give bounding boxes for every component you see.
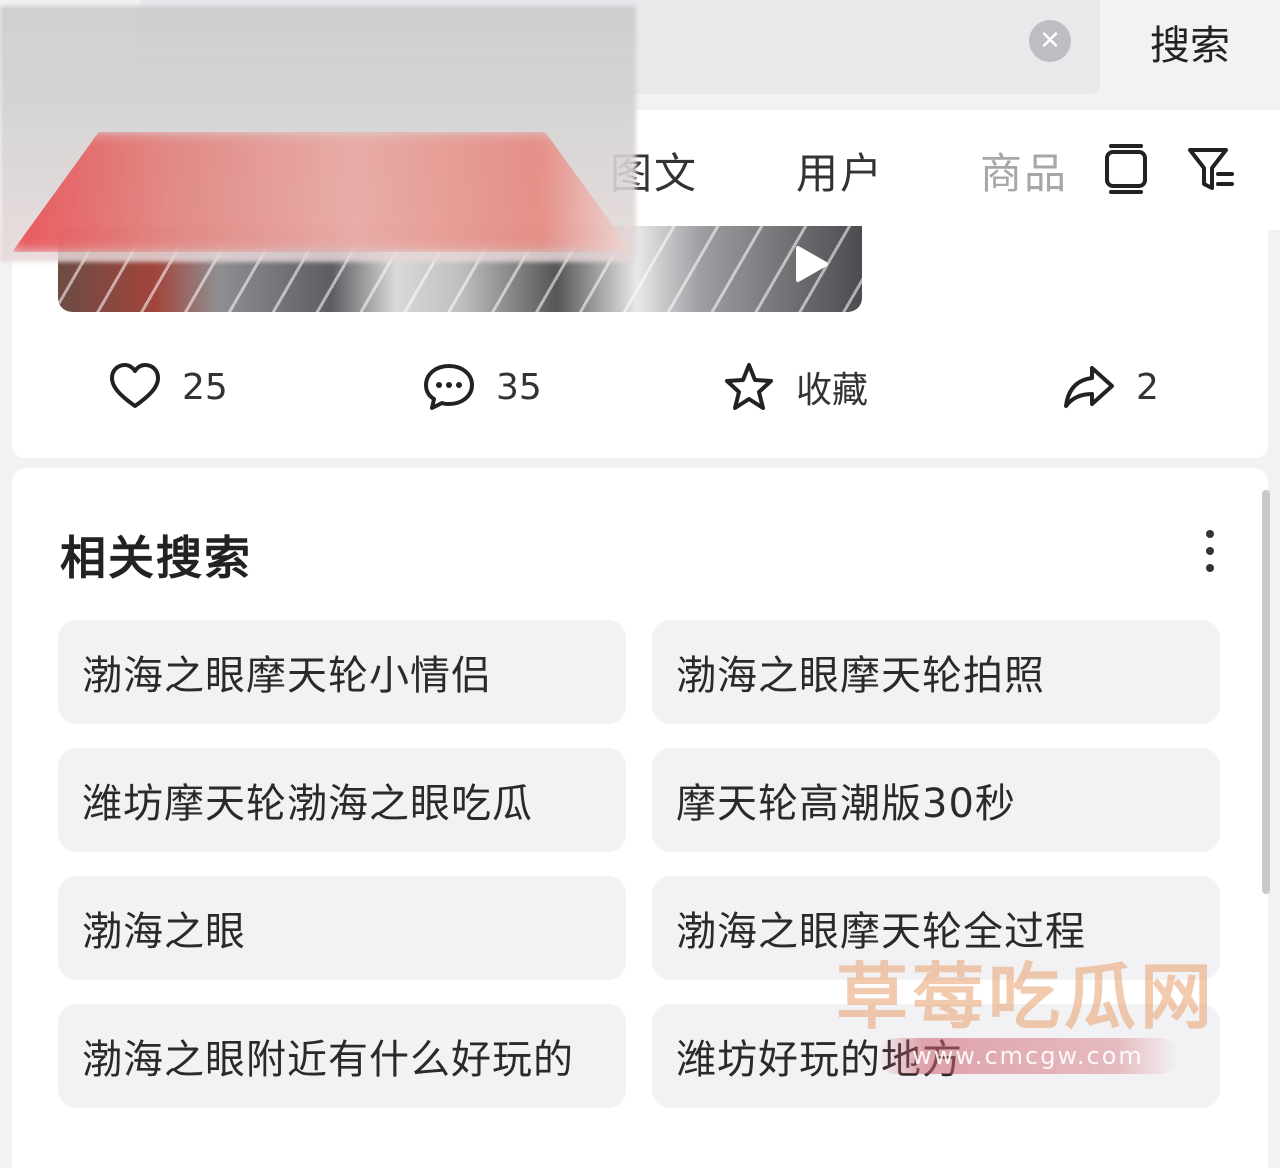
share-button[interactable]: 2 (1062, 360, 1159, 414)
favorite-label: 收藏 (796, 370, 869, 411)
search-button[interactable]: 搜索 (1130, 14, 1250, 70)
related-search-title: 相关搜索 (60, 531, 252, 585)
related-search-item[interactable]: 摩天轮高潮版30秒 (652, 748, 1220, 852)
clear-search-button[interactable]: ✕ (1029, 20, 1071, 62)
comment-icon (424, 364, 474, 410)
like-button[interactable]: 25 (108, 360, 228, 414)
comment-count: 35 (496, 366, 542, 408)
play-icon[interactable] (788, 242, 832, 286)
tab-user[interactable]: 用户 (796, 140, 884, 201)
star-icon (725, 363, 773, 410)
tab-goods[interactable]: 商品 (980, 140, 1068, 201)
watermark: 草莓吃瓜网 (836, 954, 1217, 1039)
blurred-banner (12, 132, 632, 252)
related-search-item[interactable]: 潍坊摩天轮渤海之眼吃瓜 (58, 748, 626, 852)
watermark-url: www.cmcgw.com (878, 1038, 1178, 1074)
filter-icon[interactable] (1186, 144, 1236, 196)
post-actions: 25 35 收藏 2 (12, 346, 1268, 426)
heart-icon (110, 363, 160, 408)
share-count: 2 (1136, 366, 1159, 408)
related-search-item[interactable]: 渤海之眼摩天轮拍照 (652, 620, 1220, 724)
related-search-item[interactable]: 渤海之眼 (58, 876, 626, 980)
like-count: 25 (182, 366, 228, 408)
scrollbar[interactable] (1262, 490, 1270, 894)
more-vertical-icon[interactable] (1198, 526, 1222, 576)
close-icon: ✕ (1039, 26, 1061, 56)
favorite-button[interactable]: 收藏 (722, 360, 868, 414)
comment-button[interactable]: 35 (422, 360, 542, 414)
layout-toggle-icon[interactable] (1103, 142, 1149, 196)
related-search-item[interactable]: 渤海之眼摩天轮小情侣 (58, 620, 626, 724)
related-search-item[interactable]: 渤海之眼附近有什么好玩的 (58, 1004, 626, 1108)
share-icon (1064, 366, 1114, 408)
